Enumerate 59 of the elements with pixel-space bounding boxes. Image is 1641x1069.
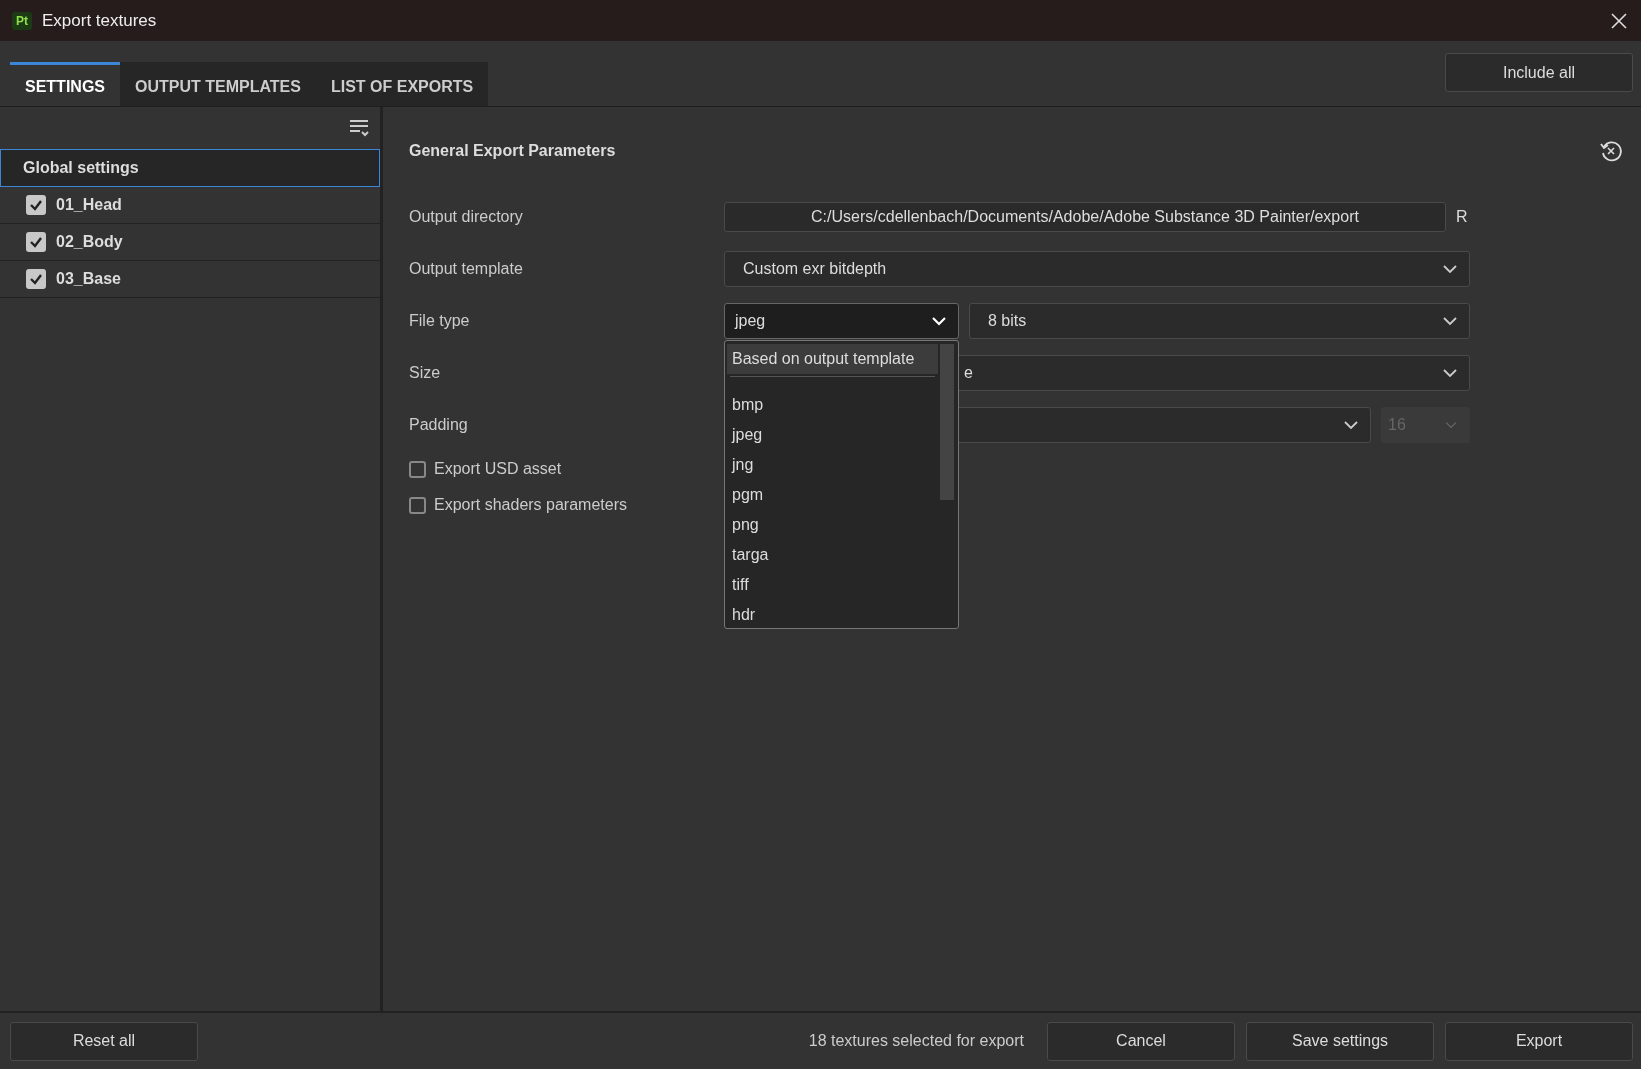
chevron-down-icon (1445, 421, 1457, 429)
checkmark-icon (29, 235, 43, 249)
bit-depth-dropdown[interactable]: 8 bits (969, 303, 1470, 339)
footer-button[interactable]: Cancel (1047, 1021, 1235, 1061)
sidebar-item[interactable]: 03_Base (0, 261, 380, 298)
reset-icon[interactable] (1599, 139, 1623, 163)
menu-item[interactable]: bmp (727, 390, 938, 420)
include-all-button[interactable]: Include all (1445, 53, 1633, 92)
field-label: Output directory (409, 208, 524, 226)
checkbox[interactable] (409, 496, 426, 514)
sidebar-item[interactable]: Global settings (0, 149, 380, 187)
status-text: 18 textures selected for export (808, 1032, 1024, 1050)
field-label: Padding (409, 416, 469, 434)
checkbox-label: Export shaders parameters (434, 496, 627, 514)
menu-item[interactable]: Based on output template (727, 344, 938, 374)
material-name: 02_Body (56, 233, 123, 251)
field-label: Size (409, 364, 442, 382)
chevron-down-icon (1443, 316, 1457, 326)
file-type-dropdown[interactable]: jpeg (724, 303, 959, 339)
scrollbar-thumb[interactable] (940, 344, 954, 500)
menu-item[interactable]: png (727, 510, 938, 540)
menu-item[interactable]: jpeg (727, 420, 938, 450)
reset-all-button[interactable]: Reset all (10, 1021, 198, 1061)
menu-item[interactable]: tiff (727, 570, 938, 600)
output-directory-field[interactable]: C:/Users/cdellenbach/Documents/Adobe/Adobe Substance 3D Painter/export (724, 202, 1446, 232)
section-title: General Export Parameters (409, 142, 616, 160)
checkbox[interactable] (409, 460, 426, 478)
checkbox[interactable] (26, 195, 46, 215)
menu-item[interactable]: targa (727, 540, 938, 570)
window-title: Export textures (42, 10, 158, 31)
checkbox[interactable] (26, 269, 46, 289)
menu-item[interactable]: jng (727, 450, 938, 480)
footer-button[interactable]: Save settings (1246, 1021, 1434, 1061)
checkmark-icon (29, 272, 43, 286)
chevron-down-icon (1443, 368, 1457, 378)
close-icon[interactable] (1611, 12, 1627, 29)
material-name: Global settings (23, 159, 139, 177)
menu-item[interactable]: pgm (727, 480, 938, 510)
checkmark-icon (29, 198, 43, 212)
field-label: Output template (409, 260, 524, 278)
app-logo: Pt (12, 11, 32, 30)
footer-button[interactable]: Export (1445, 1021, 1633, 1061)
tab[interactable]: SETTINGS (10, 62, 120, 106)
tab[interactable]: OUTPUT TEMPLATES (120, 62, 316, 106)
checkbox-label: Export USD asset (434, 460, 562, 478)
chevron-down-icon (932, 316, 946, 326)
sidebar-item[interactable]: 01_Head (0, 187, 380, 224)
tab[interactable]: LIST OF EXPORTS (315, 62, 489, 106)
suffix-label: R (1456, 208, 1469, 226)
material-name: 03_Base (56, 270, 121, 288)
chevron-down-icon (1344, 420, 1358, 430)
chevron-down-icon (1443, 264, 1457, 274)
field-label: File type (409, 312, 471, 330)
checkbox[interactable] (26, 232, 46, 252)
template-dropdown[interactable]: Custom exr bitdepth (724, 251, 1470, 287)
menu-item[interactable]: hdr (727, 600, 938, 630)
filter-menu-icon[interactable] (348, 117, 370, 139)
material-name: 01_Head (56, 196, 122, 214)
sidebar-item[interactable]: 02_Body (0, 224, 380, 261)
